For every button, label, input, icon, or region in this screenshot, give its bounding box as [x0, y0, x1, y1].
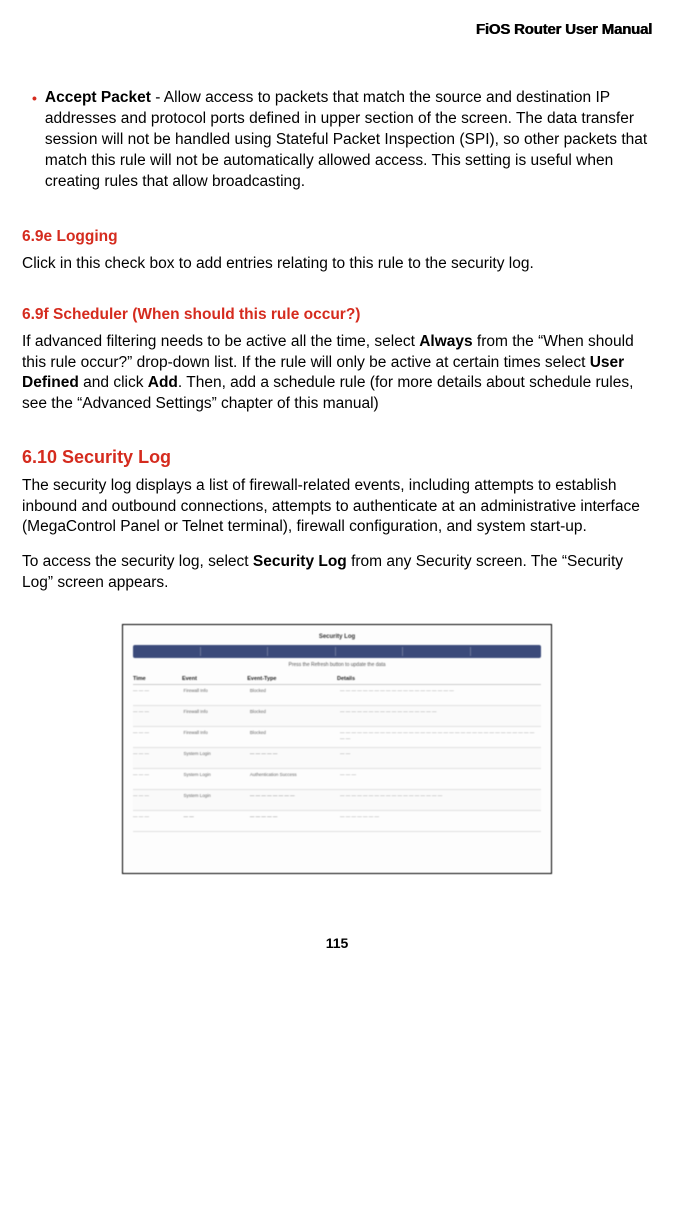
fig-row: — — —System LoginAuthentication Success—… [133, 769, 541, 790]
bullet-marker: • [32, 88, 37, 193]
bullet-lead: Accept Packet [45, 89, 151, 106]
fig-table: Time Event Event-Type Details — — —Firew… [133, 675, 541, 832]
para-69e: Click in this check box to add entries r… [22, 254, 652, 275]
header-title: FiOS Router User Manual [22, 20, 652, 40]
fig-desc: Press the Refresh button to update the d… [133, 662, 541, 669]
heading-69f: 6.9f Scheduler (When should this rule oc… [22, 305, 652, 326]
fig-row: — — —Firewall InfoBlocked— — — — — — — —… [133, 685, 541, 706]
fig-title: Security Log [133, 633, 541, 641]
fig-row: — — —Firewall InfoBlocked— — — — — — — —… [133, 706, 541, 727]
fig-row: — — —System Login— — — — —— — [133, 748, 541, 769]
heading-69e: 6.9e Logging [22, 227, 652, 248]
para-610-1: The security log displays a list of fire… [22, 476, 652, 539]
accept-packet-bullet: • Accept Packet - Allow access to packet… [32, 88, 652, 193]
fig-row: — — —— —— — — — —— — — — — — — [133, 811, 541, 832]
fig-row: — — —System Login— — — — — — — —— — — — … [133, 790, 541, 811]
page-number: 115 [22, 934, 652, 953]
para-610-2: To access the security log, select Secur… [22, 552, 652, 594]
fig-header-row: Time Event Event-Type Details [133, 675, 541, 685]
figure-wrap: Security Log Press the Refresh button to… [22, 624, 652, 874]
bullet-text: Accept Packet - Allow access to packets … [45, 88, 652, 193]
fig-row: — — —Firewall InfoBlocked— — — — — — — —… [133, 727, 541, 748]
heading-610: 6.10 Security Log [22, 445, 652, 469]
security-log-screenshot: Security Log Press the Refresh button to… [122, 624, 552, 874]
fig-tabs [133, 645, 541, 658]
para-69f: If advanced filtering needs to be active… [22, 332, 652, 416]
